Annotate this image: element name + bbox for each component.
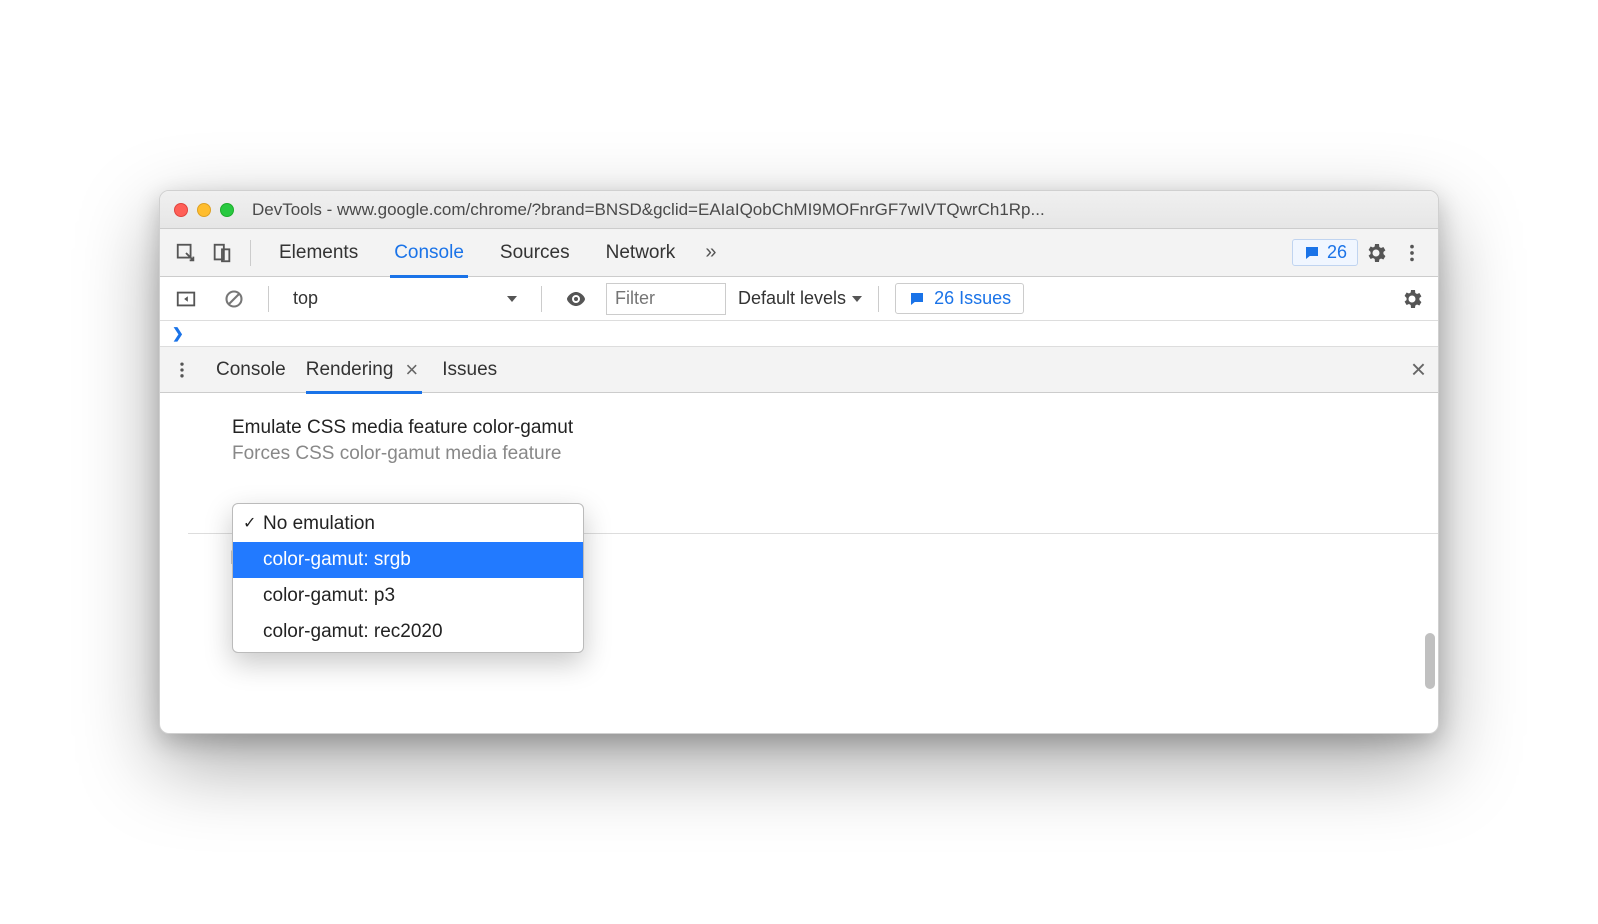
traffic-lights xyxy=(174,203,234,217)
log-levels-select[interactable]: Default levels xyxy=(738,288,862,309)
device-toolbar-icon[interactable] xyxy=(204,235,240,271)
main-tab-strip: Elements Console Sources Network » 26 xyxy=(160,229,1438,277)
tab-network[interactable]: Network xyxy=(588,229,694,277)
caret-down-icon xyxy=(852,296,862,302)
devtools-window: DevTools - www.google.com/chrome/?brand=… xyxy=(159,190,1439,734)
execution-context-select[interactable]: top xyxy=(285,284,525,313)
scrollbar-thumb[interactable] xyxy=(1425,633,1435,689)
close-tab-icon[interactable]: × xyxy=(401,357,422,383)
drawer-tab-console[interactable]: Console xyxy=(216,347,286,393)
drawer-tab-rendering[interactable]: Rendering × xyxy=(306,347,423,393)
message-icon xyxy=(1303,244,1321,262)
drawer-tab-strip: Console Rendering × Issues × xyxy=(160,347,1438,393)
live-expression-icon[interactable] xyxy=(558,281,594,317)
dropdown-option-no-emulation[interactable]: No emulation xyxy=(233,506,583,542)
settings-icon[interactable] xyxy=(1358,235,1394,271)
divider xyxy=(250,240,251,266)
dropdown-option-srgb[interactable]: color-gamut: srgb xyxy=(233,542,583,578)
tab-overflow[interactable]: » xyxy=(693,229,728,277)
caret-down-icon xyxy=(507,296,517,302)
clear-console-icon[interactable] xyxy=(216,281,252,317)
inspect-element-icon[interactable] xyxy=(168,235,204,271)
option-title: Emulate CSS media feature color-gamut xyxy=(232,417,1366,439)
zoom-window-button[interactable] xyxy=(220,203,234,217)
option-subtitle: Forces CSS color-gamut media feature xyxy=(232,443,1366,465)
tab-elements[interactable]: Elements xyxy=(261,229,376,277)
message-icon xyxy=(908,290,926,308)
sidebar-toggle-icon[interactable] xyxy=(168,281,204,317)
window-title: DevTools - www.google.com/chrome/?brand=… xyxy=(244,200,1424,220)
rendering-pane: Emulate CSS media feature color-gamut Fo… xyxy=(160,393,1438,733)
minimize-window-button[interactable] xyxy=(197,203,211,217)
console-prompt[interactable]: ❯ xyxy=(160,321,1438,347)
issues-button[interactable]: 26 Issues xyxy=(895,283,1024,314)
close-window-button[interactable] xyxy=(174,203,188,217)
divider xyxy=(541,286,542,312)
divider xyxy=(878,286,879,312)
filter-input[interactable] xyxy=(606,283,726,315)
titlebar: DevTools - www.google.com/chrome/?brand=… xyxy=(160,191,1438,229)
console-settings-icon[interactable] xyxy=(1394,281,1430,317)
drawer-tab-issues[interactable]: Issues xyxy=(442,347,497,393)
divider xyxy=(268,286,269,312)
tab-sources[interactable]: Sources xyxy=(482,229,588,277)
color-gamut-dropdown[interactable]: No emulation color-gamut: srgb color-gam… xyxy=(232,503,584,653)
issues-badge[interactable]: 26 xyxy=(1292,239,1358,266)
tab-console[interactable]: Console xyxy=(376,229,482,277)
dropdown-option-rec2020[interactable]: color-gamut: rec2020 xyxy=(233,614,583,650)
dropdown-option-p3[interactable]: color-gamut: p3 xyxy=(233,578,583,614)
drawer-more-icon[interactable] xyxy=(168,352,196,388)
more-icon[interactable] xyxy=(1394,235,1430,271)
close-drawer-icon[interactable]: × xyxy=(1407,354,1430,385)
console-toolbar: top Default levels 26 Issues xyxy=(160,277,1438,321)
